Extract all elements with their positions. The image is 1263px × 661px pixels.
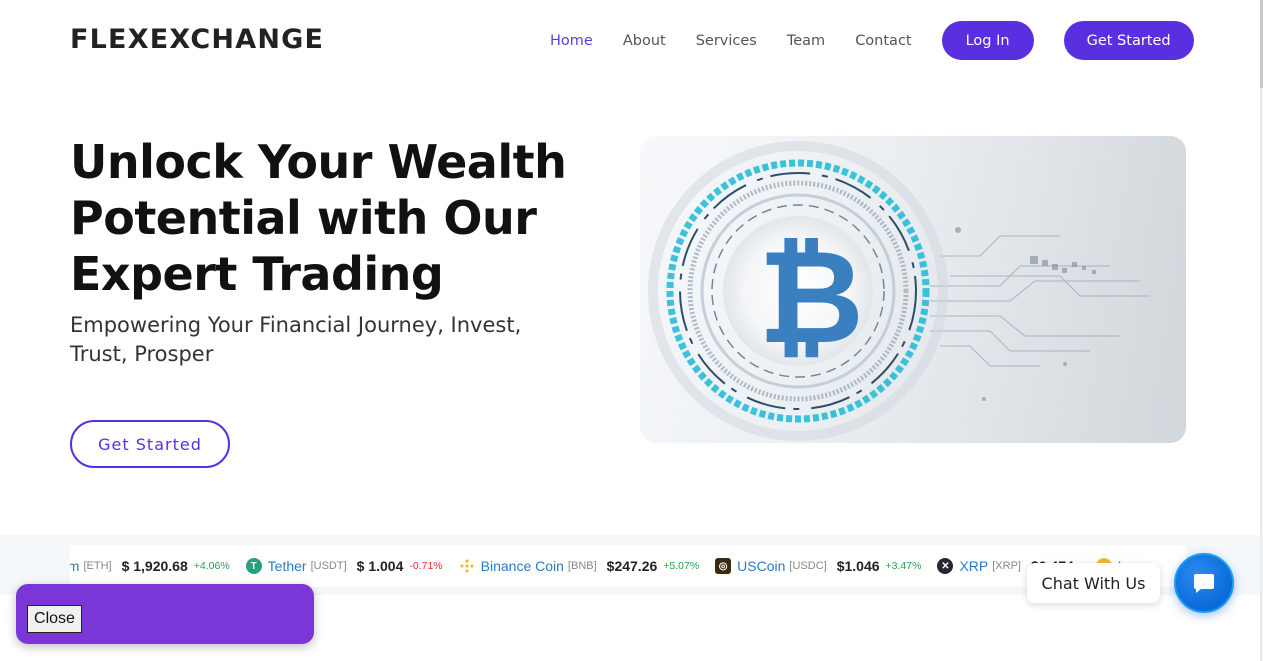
coin-change: -0.71% (409, 560, 443, 572)
coin-price: $ 1.004 (356, 558, 404, 574)
coin-symbol: [USDT] (310, 560, 347, 572)
nav-contact-link[interactable]: Contact (855, 33, 911, 49)
coin-symbol: [BNB] (567, 560, 597, 572)
nav-team-link[interactable]: Team (787, 33, 825, 49)
hero-title: Unlock Your Wealth Potential with Our Ex… (70, 135, 567, 301)
nav-services-link[interactable]: Services (696, 33, 757, 49)
coin-name[interactable]: USCoin (737, 558, 785, 574)
main-nav: Home About Services Team Contact Log In … (535, 21, 1194, 60)
close-button[interactable]: Close (27, 605, 82, 633)
nav-about-link[interactable]: About (623, 33, 666, 49)
coin-change: +5.07% (663, 560, 700, 572)
chat-bubble-icon (1194, 574, 1214, 593)
chat-open-button[interactable] (1174, 553, 1234, 613)
coin-price: $ 1,920.68 (121, 558, 188, 574)
nav-get-started-button[interactable]: Get Started (1063, 21, 1194, 60)
svg-text:₿: ₿ (758, 221, 864, 373)
hero-get-started-button[interactable]: Get Started (70, 420, 230, 468)
ticker-item-eth[interactable]: um [ETH] $ 1,920.68 +4.06% (70, 558, 230, 574)
login-button[interactable]: Log In (941, 21, 1034, 60)
brand-logo[interactable]: FLEXEXCHANGE (70, 24, 324, 55)
ticker-item-usdt[interactable]: T Tether [USDT] $ 1.004 -0.71% (245, 558, 443, 574)
hero-bitcoin-image: ₿ (640, 136, 1186, 443)
tether-icon: T (245, 558, 262, 574)
site-header: FLEXEXCHANGE Home About Services Team Co… (0, 0, 1260, 80)
uscoin-icon: ◎ (715, 558, 732, 574)
coin-name[interactable]: um (70, 558, 79, 574)
crypto-ticker: um [ETH] $ 1,920.68 +4.06% T Tether [USD… (70, 545, 1186, 587)
coin-price: $247.26 (606, 558, 658, 574)
coin-symbol: [ETH] (83, 560, 112, 572)
ticker-item-usdc[interactable]: ◎ USCoin [USDC] $1.046 +3.47% (715, 558, 921, 574)
bitcoin-icon: ₿ (640, 136, 1186, 443)
promo-popup: Close (16, 584, 314, 644)
hero-subtitle: Empowering Your Financial Journey, Inves… (70, 313, 522, 366)
coin-symbol: [USDC] (789, 560, 827, 572)
ticker-track: um [ETH] $ 1,920.68 +4.06% T Tether [USD… (70, 545, 1165, 587)
coin-symbol: [XRP] (992, 560, 1021, 572)
coin-name[interactable]: XRP (959, 558, 988, 574)
binance-icon (459, 558, 475, 574)
chat-with-us-label[interactable]: Chat With Us (1027, 563, 1160, 603)
nav-home-link[interactable]: Home (550, 33, 593, 49)
xrp-icon: ✕ (937, 558, 954, 574)
coin-name[interactable]: Tether (268, 558, 307, 574)
coin-change: +3.47% (885, 560, 922, 572)
coin-price: $1.046 (836, 558, 880, 574)
coin-change: +4.06% (193, 560, 230, 572)
ticker-item-bnb[interactable]: Binance Coin [BNB] $247.26 +5.07% (459, 558, 700, 574)
coin-name[interactable]: Binance Coin (481, 558, 564, 574)
